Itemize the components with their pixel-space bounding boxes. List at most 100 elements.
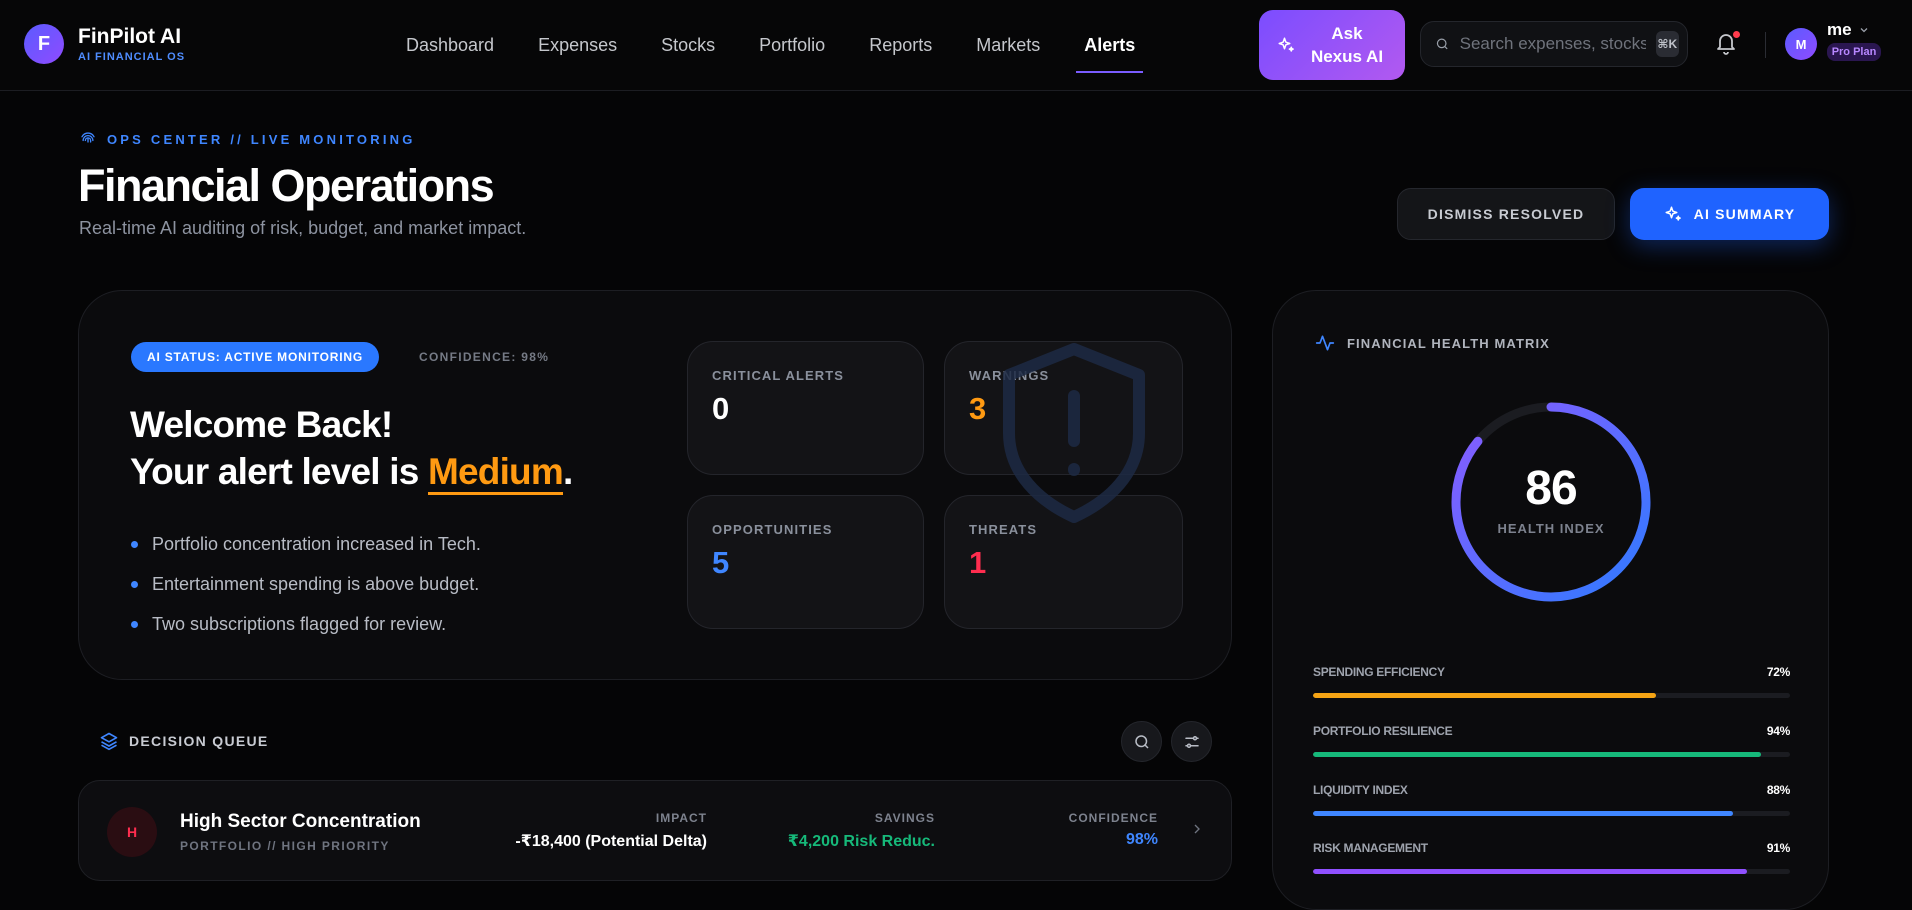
savings-value: ₹4,200 Risk Reduc. <box>787 833 935 850</box>
nav-link-dashboard[interactable]: Dashboard <box>384 0 516 91</box>
metric-label: RISK MANAGEMENT <box>1313 841 1428 855</box>
nav-link-alerts[interactable]: Alerts <box>1062 0 1157 91</box>
metric-label: PORTFOLIO RESILIENCE <box>1313 724 1453 738</box>
user-name: me <box>1827 20 1852 39</box>
metric-track <box>1313 811 1790 816</box>
health-index-gauge: 86 HEALTH INDEX <box>1448 399 1654 605</box>
layers-icon <box>100 732 118 751</box>
ai-summary-button[interactable]: AI SUMMARY <box>1630 188 1829 240</box>
metric-row: PORTFOLIO RESILIENCE 94% <box>1313 724 1790 738</box>
queue-search-button[interactable] <box>1121 721 1162 762</box>
sparkles-icon <box>1665 206 1681 221</box>
metric-percent: 94% <box>1766 724 1790 738</box>
metric-percent: 91% <box>1766 841 1790 855</box>
stat-label: OPPORTUNITIES <box>712 522 833 537</box>
insight-text: Two subscriptions flagged for review. <box>152 613 447 634</box>
nav-link-markets[interactable]: Markets <box>954 0 1062 91</box>
stat-value: 0 <box>712 391 730 426</box>
brand[interactable]: F FinPilot AI AI FINANCIAL OS <box>24 24 185 64</box>
metric-fill <box>1313 869 1748 874</box>
alert-title: High Sector Concentration <box>180 811 421 832</box>
metric-spending-efficiency: SPENDING EFFICIENCY 72% <box>1313 665 1790 698</box>
sliders-icon <box>1184 735 1199 748</box>
nav-link-expenses[interactable]: Expenses <box>516 0 639 91</box>
search-icon <box>1134 734 1149 749</box>
shield-alert-icon <box>1003 343 1145 523</box>
confidence-value: 98% <box>1125 831 1158 848</box>
impact-column: IMPACT -₹18,400 (Potential Delta) <box>515 811 707 851</box>
financial-health-card: FINANCIAL HEALTH MATRIX 86 HEALTH INDEX … <box>1272 290 1829 910</box>
welcome-heading: Welcome Back! Your alert level is Medium… <box>130 401 573 495</box>
nav-link-stocks[interactable]: Stocks <box>639 0 737 91</box>
user-menu[interactable]: M me Pro Plan <box>1785 20 1881 61</box>
alert-insights-list: Portfolio concentration increased in Tec… <box>131 524 481 644</box>
alert-overview-card: AI STATUS: ACTIVE MONITORING CONFIDENCE:… <box>78 290 1232 680</box>
user-name-row: me <box>1827 20 1881 40</box>
ask-nexus-ai-label: Ask Nexus AI <box>1310 24 1384 66</box>
stat-value: 1 <box>969 545 987 580</box>
brand-tagline: AI FINANCIAL OS <box>78 51 186 63</box>
health-index-label: HEALTH INDEX <box>1497 521 1605 536</box>
search-input[interactable] <box>1459 34 1646 54</box>
eyebrow-text: OPS CENTER // LIVE MONITORING <box>107 131 416 147</box>
search-icon <box>1436 38 1448 50</box>
savings-column: SAVINGS ₹4,200 Risk Reduc. <box>788 811 935 851</box>
decision-queue-title: DECISION QUEUE <box>129 733 269 749</box>
metric-row: RISK MANAGEMENT 91% <box>1313 841 1790 855</box>
metric-label: SPENDING EFFICIENCY <box>1313 665 1445 679</box>
notification-dot <box>1733 31 1740 38</box>
insight-text: Portfolio concentration increased in Tec… <box>152 533 481 554</box>
metric-portfolio-resilience: PORTFOLIO RESILIENCE 94% <box>1313 724 1790 757</box>
alert-level-suffix: . <box>562 451 573 492</box>
welcome-line: Welcome Back! <box>130 404 393 445</box>
metric-percent: 72% <box>1766 665 1790 679</box>
stat-value: 5 <box>712 545 730 580</box>
alert-level-prefix: Your alert level is <box>130 451 428 492</box>
dismiss-resolved-button[interactable]: DISMISS RESOLVED <box>1397 188 1615 240</box>
keyboard-shortcut-badge: ⌘K <box>1655 31 1679 57</box>
avatar: M <box>1785 28 1817 60</box>
confidence-column: CONFIDENCE 98% <box>1069 811 1158 849</box>
bullet-dot <box>131 540 138 548</box>
insight-text: Entertainment spending is above budget. <box>152 573 480 594</box>
decision-queue-row[interactable]: H High Sector Concentration PORTFOLIO //… <box>78 780 1232 881</box>
metric-percent: 88% <box>1766 783 1790 797</box>
priority-badge: H <box>107 807 157 857</box>
health-matrix-title: FINANCIAL HEALTH MATRIX <box>1347 335 1550 351</box>
decision-queue-heading: DECISION QUEUE <box>99 731 269 751</box>
stat-card-opportunities[interactable]: OPPORTUNITIES 5 <box>687 495 924 629</box>
chevron-right-icon <box>1194 824 1200 834</box>
notifications-button[interactable] <box>1714 30 1740 58</box>
health-matrix-heading: FINANCIAL HEALTH MATRIX <box>1315 333 1550 353</box>
health-index-value: 86 <box>1525 462 1577 515</box>
ask-nexus-ai-button[interactable]: Ask Nexus AI <box>1259 10 1405 80</box>
bullet-dot <box>131 620 138 628</box>
page-title: Financial Operations <box>78 160 495 211</box>
metric-risk-management: RISK MANAGEMENT 91% <box>1313 841 1790 874</box>
metric-track <box>1313 752 1790 757</box>
nav-link-portfolio[interactable]: Portfolio <box>737 0 847 91</box>
sparkles-icon <box>1278 37 1294 52</box>
metric-row: SPENDING EFFICIENCY 72% <box>1313 665 1790 679</box>
metric-fill <box>1313 811 1733 816</box>
impact-value: -₹18,400 (Potential Delta) <box>515 833 707 850</box>
nav-links: Dashboard Expenses Stocks Portfolio Repo… <box>384 0 1157 91</box>
activity-icon <box>1315 335 1335 351</box>
confidence-text: CONFIDENCE: 98% <box>419 350 550 364</box>
status-badge: AI STATUS: ACTIVE MONITORING <box>131 342 379 372</box>
metric-track <box>1313 869 1790 874</box>
list-item: Two subscriptions flagged for review. <box>131 604 481 644</box>
queue-filter-button[interactable] <box>1171 721 1212 762</box>
nav-divider <box>1765 32 1766 58</box>
savings-label: SAVINGS <box>874 811 935 825</box>
chevron-down-icon <box>1860 28 1868 33</box>
nav-link-reports[interactable]: Reports <box>847 0 954 91</box>
ai-summary-label: AI SUMMARY <box>1693 206 1796 222</box>
metric-track <box>1313 693 1790 698</box>
impact-label: IMPACT <box>655 811 707 825</box>
top-navbar: F FinPilot AI AI FINANCIAL OS Dashboard … <box>0 0 1912 91</box>
metric-label: LIQUIDITY INDEX <box>1313 783 1408 797</box>
stat-card-critical[interactable]: CRITICAL ALERTS 0 <box>687 341 924 475</box>
list-item: Portfolio concentration increased in Tec… <box>131 524 481 564</box>
page-eyebrow: OPS CENTER // LIVE MONITORING <box>79 130 416 148</box>
